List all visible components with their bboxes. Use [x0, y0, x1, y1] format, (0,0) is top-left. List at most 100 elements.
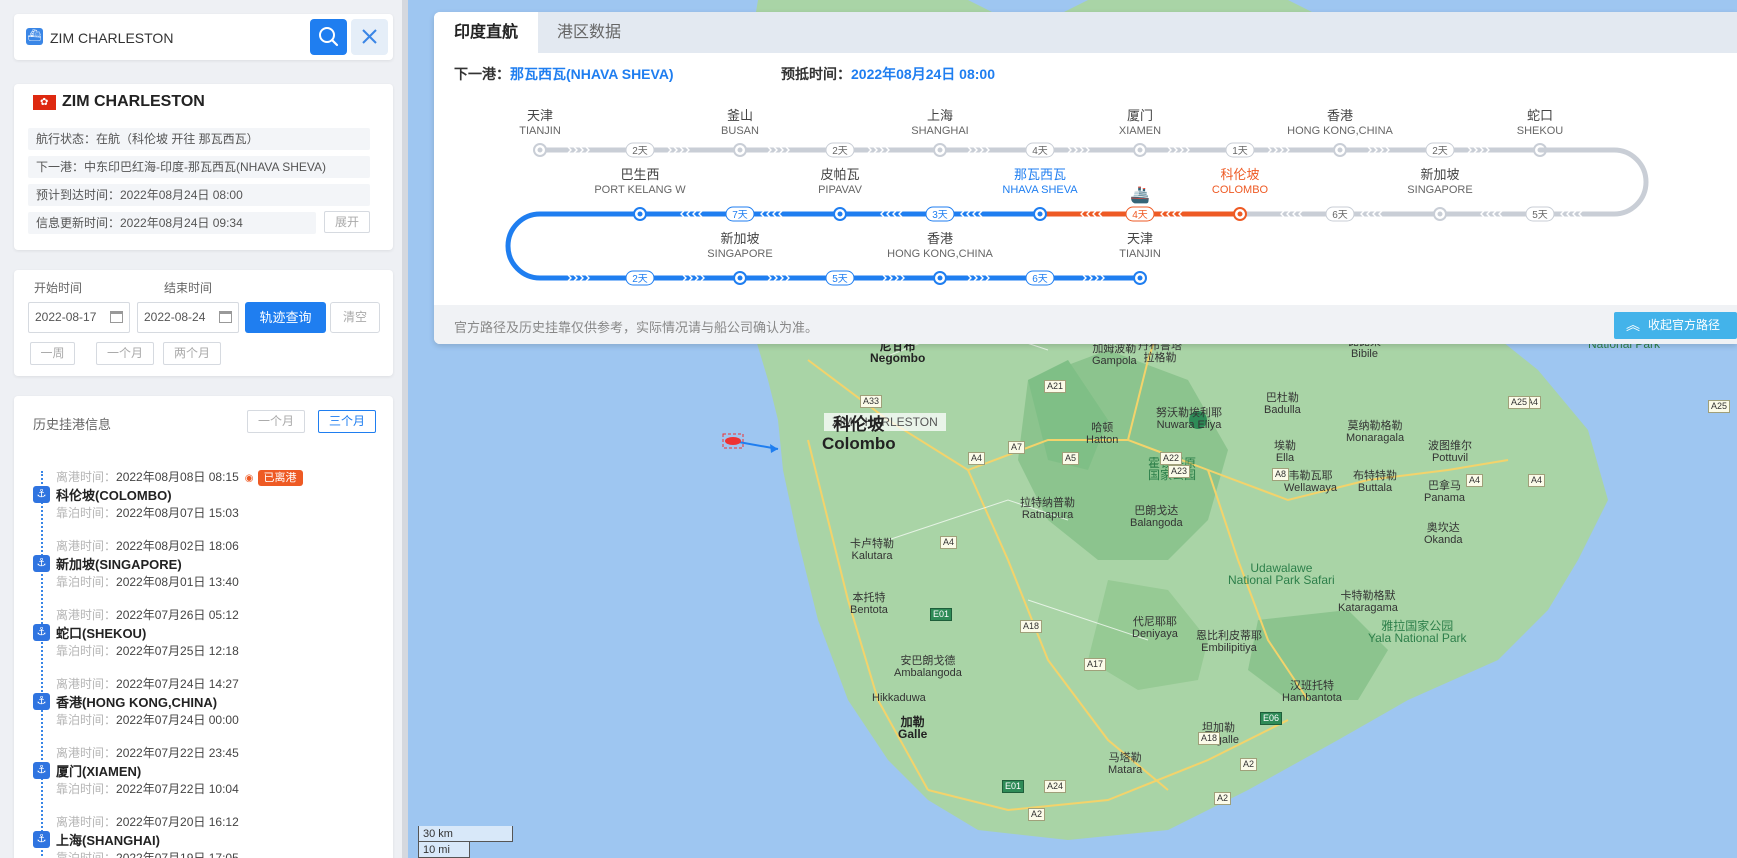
departure-time: 离港时间：2022年07月24日 14:27: [56, 675, 239, 692]
road-shield: A18: [1020, 620, 1043, 633]
port-node-dot: [1137, 147, 1143, 153]
port-node-dot: [537, 147, 543, 153]
official-route-panel: 印度直航 港区数据 下一港：那瓦西瓦(NHAVA SHEVA) 预抵时间：202…: [434, 12, 1737, 344]
route-curve: [505, 211, 541, 281]
port-name: 香港(HONG KONG,CHINA): [56, 695, 218, 710]
port-name: 上海(SHANGHAI): [56, 833, 160, 848]
duration-label: 4天: [1032, 146, 1048, 157]
place-name-secondary: Ratnapura: [1021, 509, 1074, 521]
arrival-time: 靠泊时间：2022年07月19日 17:05: [56, 849, 239, 858]
road-shield: A17: [1084, 658, 1107, 671]
search-button[interactable]: [310, 19, 347, 55]
departure-value: 2022年07月24日 14:27: [116, 677, 239, 691]
arrival-value: 2022年07月25日 12:18: [116, 644, 239, 658]
place-name: 本托特: [852, 592, 886, 604]
expand-button[interactable]: 展开: [324, 211, 370, 233]
calendar-icon: [219, 311, 232, 323]
anchor-icon: ⚓: [33, 486, 50, 503]
road-shield: A2: [1240, 758, 1258, 771]
place-name-secondary: 拉格勒: [1143, 352, 1177, 364]
route-diagram: 天津 TIANJIN 2天 釜山 BUSAN 2天 上海 SHANGHAI 4天 厦门 XIAMEN…: [505, 108, 1649, 286]
clear-button[interactable]: 清空: [330, 302, 380, 333]
map-place-label: 汉班托特 Hambantota: [1282, 680, 1342, 704]
place-name-secondary: Hambantota: [1282, 692, 1342, 704]
port-name-cn: 新加坡: [720, 231, 759, 246]
departure-time: 离港时间：2022年07月22日 23:45: [56, 744, 239, 761]
duration-label: 1天: [1232, 146, 1248, 157]
anchor-icon: ⚓: [33, 624, 50, 641]
map-place-label: 波图维尔 Pottuvil: [1428, 440, 1472, 464]
port-name-cn: 厦门: [1127, 108, 1153, 123]
left-panel: ⛴ ZIM CHARLESTON ZIM CHARLESTON 航行状态：在航（…: [0, 0, 408, 858]
scale-mi: 10 mi: [418, 842, 470, 858]
history-three-months-button[interactable]: 三个月: [318, 410, 376, 433]
place-name-secondary: Panama: [1424, 492, 1465, 504]
place-name-secondary: Okanda: [1424, 534, 1463, 546]
arrival-value: 2022年07月24日 00:00: [116, 713, 239, 727]
history-one-month-button[interactable]: 一个月: [247, 410, 305, 433]
port-history-title: 历史挂港信息: [33, 417, 112, 432]
history-item[interactable]: 离港时间：2022年08月08日 08:15 ◉ 已离港 ⚓ 科伦坡(COLOMBO) 靠…: [14, 468, 393, 537]
place-name-secondary: Badulla: [1264, 404, 1301, 416]
place-name-secondary: Monaragala: [1346, 432, 1405, 444]
map-place-label: 卡卢特勒 Kalutara: [850, 538, 894, 562]
period-two-months-button[interactable]: 两个月: [163, 342, 221, 365]
place-name: 波图维尔: [1428, 440, 1472, 452]
arrival-value: 2022年07月22日 10:04: [116, 782, 239, 796]
hong-kong-flag-icon: [33, 94, 56, 110]
vessel-updated-time: 信息更新时间：2022年08月24日 09:34: [28, 212, 316, 234]
place-name: 拉特纳普勒: [1020, 497, 1075, 509]
departure-value: 2022年07月22日 23:45: [116, 746, 239, 760]
arrival-time: 靠泊时间：2022年08月07日 15:03: [56, 504, 239, 521]
track-query-button[interactable]: 轨迹查询: [245, 302, 326, 333]
map-place-label: 加姆波勒 Gampola: [1092, 343, 1137, 367]
map-place-label: 拉特纳普勒 Ratnapura: [1020, 497, 1075, 521]
place-name-secondary: Ambalangoda: [894, 667, 962, 679]
place-name: 马塔勒: [1108, 752, 1142, 764]
vessel-next-port: 下一港：中东印巴红海-印度-那瓦西瓦(NHAVA SHEVA): [28, 156, 370, 178]
departure-value: 2022年07月26日 05:12: [116, 608, 239, 622]
place-name: 汉班托特: [1289, 680, 1334, 692]
place-name-secondary: Hatton: [1086, 434, 1119, 446]
road-shield: A4: [1528, 474, 1546, 487]
duration-label: 2天: [632, 146, 648, 157]
duration-label: 3天: [932, 210, 948, 221]
map-place-label: 巴朗戈达 Balangoda: [1130, 505, 1183, 529]
end-date-input[interactable]: 2022-08-24: [137, 302, 239, 333]
vessel-title: ZIM CHARLESTON: [33, 93, 205, 111]
port-name-cn: 蛇口: [1527, 108, 1553, 123]
anchor-icon: ⚓: [33, 555, 50, 572]
port-node-dot: [1237, 211, 1243, 217]
arrival-time: 靠泊时间：2022年07月25日 12:18: [56, 642, 239, 659]
history-item[interactable]: 离港时间：2022年07月26日 05:12 ⚓ 蛇口(SHEKOU) 靠泊时间：20…: [14, 606, 393, 675]
map-place-label: 奥坎达 Okanda: [1424, 522, 1463, 546]
road-shield: A23: [1168, 465, 1191, 478]
period-one-week-button[interactable]: 一周: [30, 342, 75, 365]
port-name-cn: 皮帕瓦: [820, 167, 859, 182]
map-place-label: 韦勒瓦耶 Wellawaya: [1284, 470, 1337, 494]
map-place-label: 安巴朗戈德 Ambalangoda: [894, 655, 962, 679]
port-name-cn: 香港: [927, 231, 953, 246]
clear-search-button[interactable]: [351, 19, 388, 55]
history-item[interactable]: 离港时间：2022年07月20日 16:12 ⚓ 上海(SHANGHAI) 靠泊时间：…: [14, 813, 393, 858]
history-item[interactable]: 离港时间：2022年07月24日 14:27 ⚓ 香港(HONG KONG,CHIN…: [14, 675, 393, 744]
port-name-en: HONG KONG,CHINA: [887, 248, 993, 260]
collapse-route-label: 收起官方路径: [1648, 318, 1721, 332]
search-input[interactable]: ZIM CHARLESTON: [50, 30, 173, 46]
road-shield: E06: [1260, 712, 1283, 725]
start-date-input[interactable]: 2022-08-17: [28, 302, 130, 333]
place-name: 巴杜勒: [1265, 392, 1299, 404]
history-item[interactable]: 离港时间：2022年07月22日 23:45 ⚓ 厦门(XIAMEN) 靠泊时间：20…: [14, 744, 393, 813]
road-shield: A2: [1028, 808, 1046, 821]
port-node-dot: [837, 211, 843, 217]
arrival-label: 靠泊时间：: [56, 575, 117, 589]
collapse-route-button[interactable]: ︽ 收起官方路径: [1614, 312, 1737, 339]
duration-label: 2天: [632, 274, 648, 285]
road-shield: A7: [1008, 441, 1026, 454]
road-shield: A4: [968, 452, 986, 465]
history-item[interactable]: 离港时间：2022年08月02日 18:06 ⚓ 新加坡(SINGAPORE) 靠泊时…: [14, 537, 393, 606]
period-one-month-button[interactable]: 一个月: [96, 342, 154, 365]
map-place-label: 哈顿 Hatton: [1086, 422, 1118, 446]
vessel-marker-icon[interactable]: [722, 433, 744, 449]
map-place-label: 本托特 Bentota: [850, 592, 888, 616]
